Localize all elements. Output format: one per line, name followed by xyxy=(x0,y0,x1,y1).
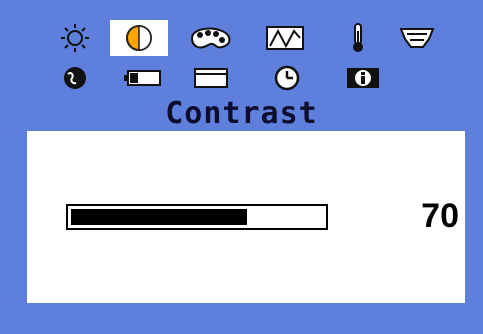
color-temperature-button[interactable] xyxy=(333,22,383,54)
language-button[interactable] xyxy=(50,62,100,94)
color-button[interactable] xyxy=(186,22,236,54)
timer-button[interactable] xyxy=(262,62,312,94)
window-icon xyxy=(194,68,228,88)
contrast-slider[interactable] xyxy=(66,204,328,230)
battery-icon xyxy=(124,70,161,86)
globe-icon xyxy=(64,67,86,89)
geometry-button[interactable] xyxy=(260,22,310,54)
info-icon xyxy=(347,68,379,88)
thermometer-icon xyxy=(353,23,363,52)
information-button[interactable] xyxy=(338,62,388,94)
page-title: Contrast xyxy=(165,96,318,131)
osd-position-button[interactable] xyxy=(186,62,236,94)
contrast-slider-fill xyxy=(71,209,247,225)
power-button[interactable] xyxy=(118,62,168,94)
clock-icon xyxy=(274,65,300,91)
brightness-button[interactable] xyxy=(50,22,100,54)
osd-menu: Contrast 70 xyxy=(0,0,483,334)
adjust-button[interactable] xyxy=(392,22,442,54)
brightness-icon xyxy=(61,24,89,52)
contrast-panel: 70 xyxy=(27,131,465,303)
contrast-value: 70 xyxy=(421,197,459,235)
adjust-icon xyxy=(399,28,435,48)
contrast-icon xyxy=(126,25,152,51)
color-palette-icon xyxy=(190,27,231,49)
contrast-button[interactable] xyxy=(110,20,168,56)
waveform-icon xyxy=(266,26,304,50)
